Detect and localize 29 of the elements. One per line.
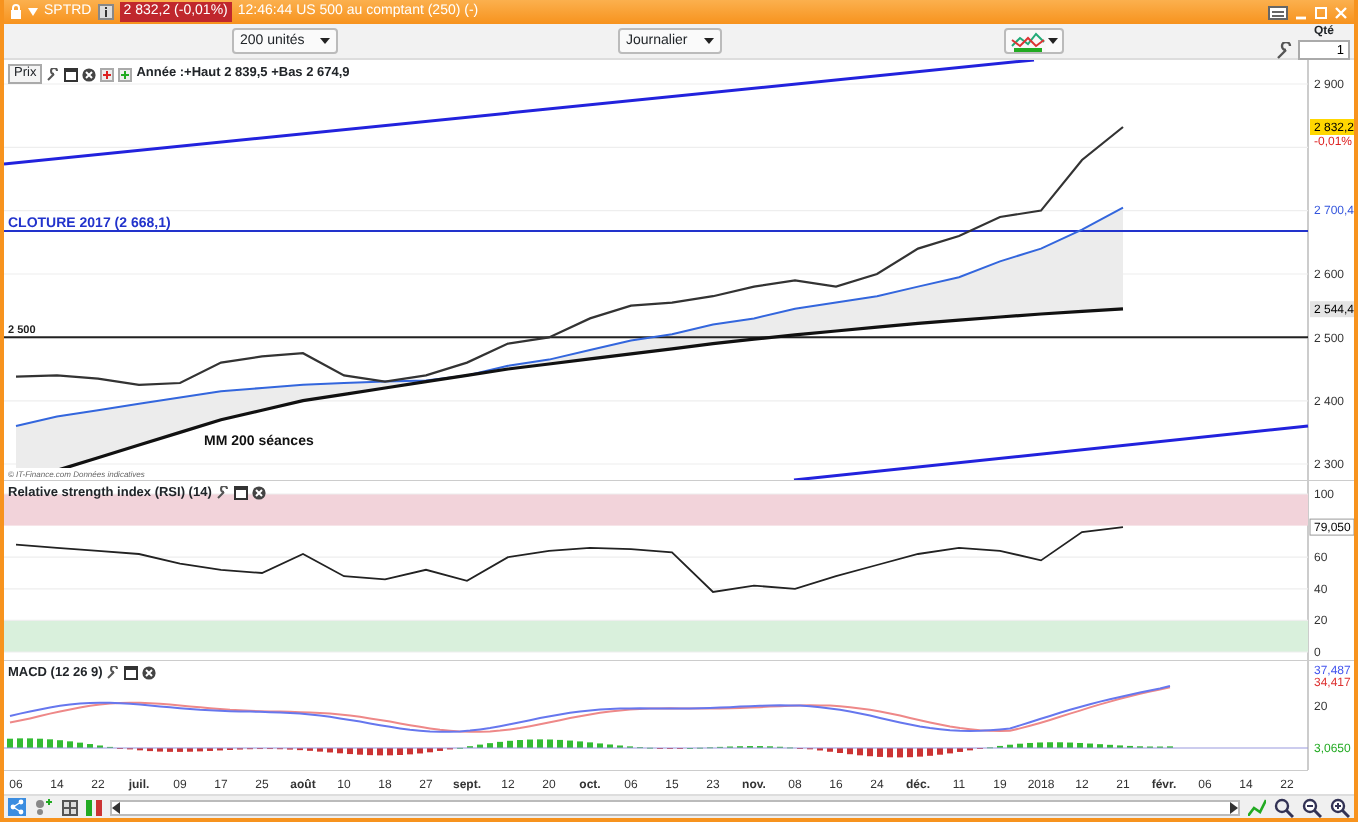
chart-type-button[interactable] [1004,28,1064,54]
wrench-icon[interactable] [1276,42,1294,60]
zoom-in-icon[interactable] [1330,797,1350,817]
keyboard-icon[interactable] [1268,5,1288,19]
window-icon[interactable] [233,486,248,501]
caret-icon [320,38,331,44]
share-icon[interactable] [8,798,26,816]
zoom-out-icon[interactable] [1302,797,1322,817]
chart-icon[interactable] [1248,798,1266,816]
scroll-right-icon[interactable] [1228,801,1238,813]
chart-icon [1010,30,1046,52]
plus-icon[interactable] [118,67,133,81]
indicator-icon[interactable] [34,798,54,816]
info-icon[interactable] [97,4,114,20]
close-circle-icon[interactable] [251,486,266,501]
wrench-icon[interactable] [215,486,230,501]
window-icon[interactable] [124,666,139,681]
compare-icon[interactable] [86,799,102,815]
close-circle-icon[interactable] [142,666,157,681]
wrench-icon[interactable] [46,67,61,81]
caret-icon [703,38,714,44]
close-circle-icon[interactable] [82,67,97,81]
plus-icon[interactable] [100,67,115,81]
window-icon[interactable] [64,67,79,81]
caret-icon [1048,38,1058,44]
wrench-icon[interactable] [106,666,121,681]
scroll-left-icon[interactable] [112,801,122,813]
grid-icon[interactable] [62,799,78,815]
zoom-fit-icon[interactable] [1274,797,1294,817]
